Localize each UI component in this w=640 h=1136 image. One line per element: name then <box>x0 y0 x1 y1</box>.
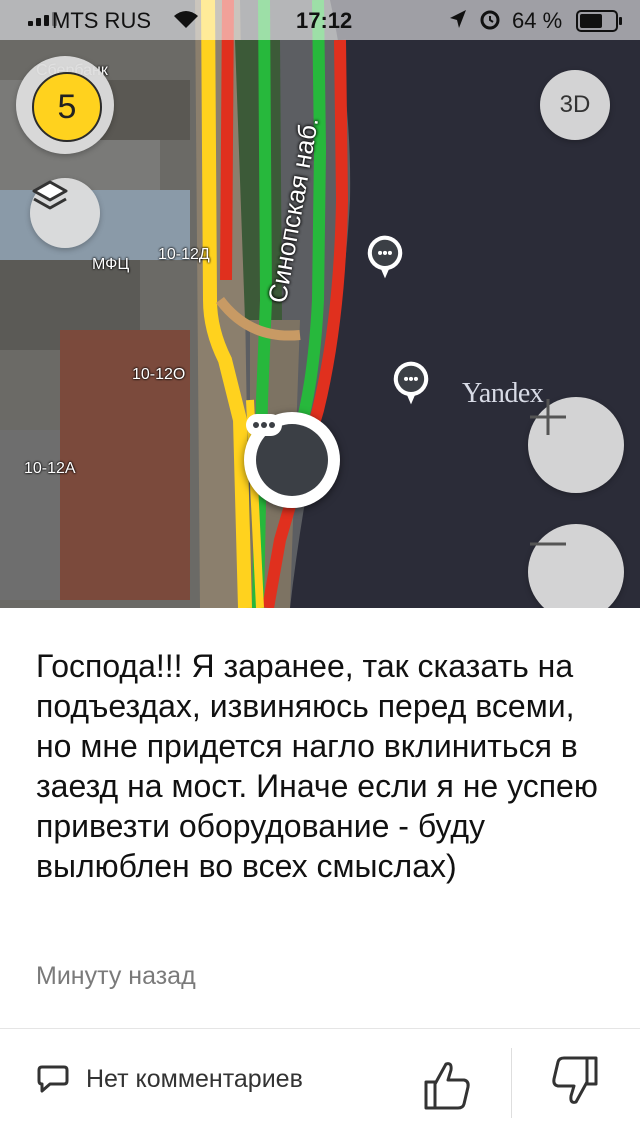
3d-button[interactable]: 3D <box>540 70 610 140</box>
status-bar: MTS RUS 17:12 64 % <box>0 0 640 40</box>
battery-percent: 64 % <box>512 8 563 33</box>
location-icon <box>448 8 468 36</box>
status-time: 17:12 <box>296 8 353 33</box>
minus-icon <box>530 542 566 546</box>
comment-bubble-icon <box>246 414 328 496</box>
layers-icon <box>32 180 68 210</box>
message-timestamp: Минуту назад <box>36 962 196 990</box>
wifi-icon <box>172 8 200 36</box>
comment-icon <box>37 1065 69 1093</box>
map-view[interactable]: Сбербанк МФЦ 10-12Д 10-12О 10-12А Синопс… <box>0 0 640 608</box>
alarm-icon <box>478 7 502 37</box>
map-label-building-2: 10-12О <box>132 366 186 383</box>
plus-icon <box>530 399 566 435</box>
thumbs-up-icon[interactable] <box>418 1056 474 1112</box>
zoom-in-button[interactable] <box>528 397 624 493</box>
event-pin-small[interactable] <box>388 360 434 406</box>
score-badge[interactable]: 5 <box>32 72 102 142</box>
carrier-name: MTS RUS <box>52 8 151 33</box>
selected-event-pin[interactable] <box>244 412 340 508</box>
comments-label: Нет комментариев <box>86 1064 303 1093</box>
message-text: Господа!!! Я заранее, так сказать на под… <box>36 648 598 884</box>
comments-button[interactable]: Нет комментариев <box>36 1064 303 1094</box>
divider <box>0 1028 640 1029</box>
map-label-building-3: 10-12А <box>24 460 76 477</box>
map-label-building-1: 10-12Д <box>158 246 210 263</box>
action-separator <box>511 1048 512 1118</box>
event-pin-small[interactable] <box>362 234 408 280</box>
action-bar: Нет комментариев <box>0 1048 640 1118</box>
battery-icon <box>576 10 622 32</box>
thumbs-down-icon[interactable] <box>548 1054 604 1110</box>
map-label-mfc: МФЦ <box>92 256 130 273</box>
layers-button[interactable] <box>30 178 100 248</box>
